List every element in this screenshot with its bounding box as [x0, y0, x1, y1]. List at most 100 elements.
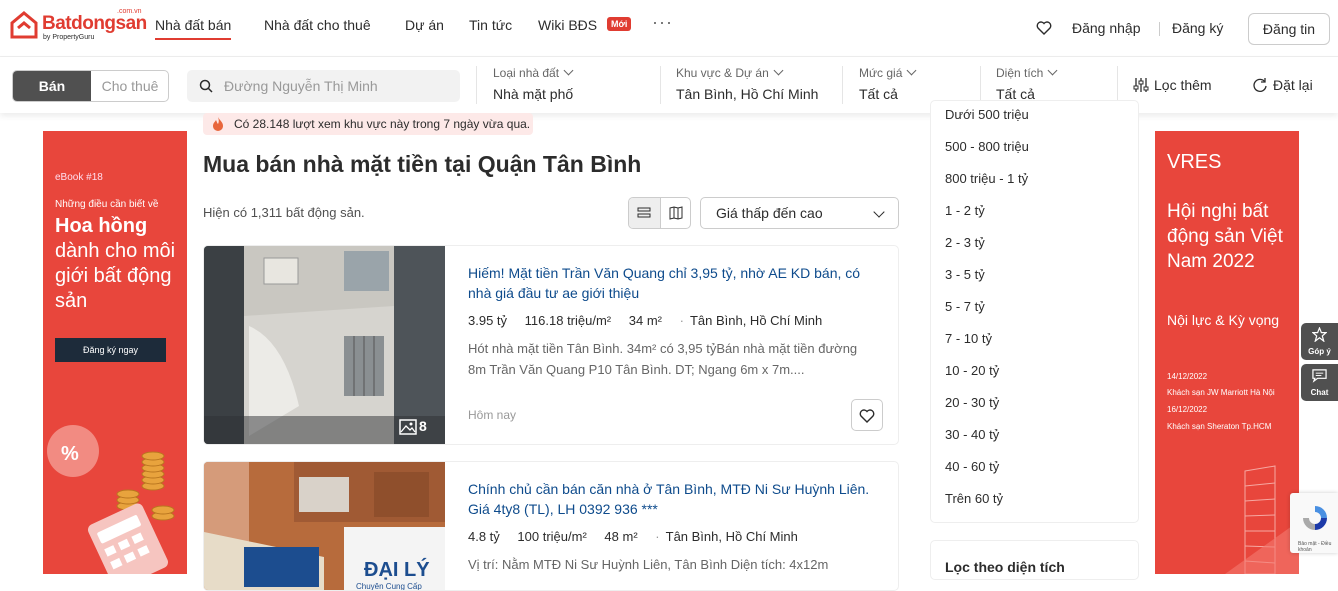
nav-rent[interactable]: Nhà đất cho thuê	[264, 17, 371, 33]
listing-card[interactable]: ĐẠI LÝ Chuyên Cung Cấp Chính chủ cần bán…	[203, 461, 899, 591]
search-icon	[199, 79, 213, 93]
price-option[interactable]: 500 - 800 triệu	[945, 139, 1029, 154]
listing-date: Hôm nay	[468, 408, 517, 422]
toggle-rent[interactable]: Cho thuê	[91, 71, 168, 101]
view-toggle	[628, 197, 691, 229]
price-option[interactable]: 1 - 2 tỷ	[945, 203, 985, 218]
sale-rent-toggle: Bán Cho thuê	[12, 70, 169, 102]
save-listing-button[interactable]	[851, 399, 883, 431]
heart-icon	[859, 409, 875, 423]
svg-text:Chuyên Cung Cấp: Chuyên Cung Cấp	[356, 582, 422, 590]
top-navigation-bar: Batdongsan .com.vn by PropertyGuru Nhà đ…	[0, 0, 1338, 57]
area-filter-panel: Lọc theo diện tích	[930, 540, 1139, 580]
listing-price-per-m2: 116.18 triệu/m²	[524, 313, 612, 328]
nav-wiki[interactable]: Wiki BĐS	[538, 17, 597, 33]
photo-count-icon	[399, 419, 417, 435]
search-input[interactable]: Đường Nguyễn Thị Minh	[187, 70, 460, 102]
ad-date: 16/12/2022	[1167, 405, 1208, 414]
listing-price: 4.8 tỷ	[468, 529, 500, 544]
ad-headline: Hoa hồng dành cho môi giới bất động sản	[55, 215, 176, 312]
listing-meta: 3.95 tỷ 116.18 triệu/m² 34 m² · Tân Bình,…	[468, 313, 836, 328]
price-option[interactable]: Trên 60 tỷ	[945, 491, 1003, 506]
list-view-button[interactable]	[629, 198, 660, 228]
photo-count: 8	[419, 418, 427, 434]
dot-separator: ·	[679, 313, 684, 328]
ad-subtitle: Những điều cần biết về	[55, 199, 159, 210]
price-option[interactable]: 800 triệu - 1 tỷ	[945, 171, 1028, 186]
filter-label: Khu vực & Dự án	[676, 66, 769, 80]
price-option[interactable]: 30 - 40 tỷ	[945, 427, 999, 442]
view-count-notice: Có 28.148 lượt xem khu vực này trong 7 n…	[203, 113, 533, 135]
more-filters-button[interactable]: Lọc thêm	[1133, 77, 1212, 93]
listing-photo[interactable]: ĐẠI LÝ Chuyên Cung Cấp	[204, 462, 445, 590]
post-listing-button[interactable]: Đăng tin	[1248, 13, 1330, 45]
star-icon	[1312, 327, 1327, 342]
ad-graphic	[1225, 465, 1299, 574]
listing-price: 3.95 tỷ	[468, 313, 508, 328]
saved-heart-icon[interactable]	[1036, 20, 1052, 36]
logo-text: Batdongsan	[42, 13, 147, 34]
logo-house-icon	[10, 11, 38, 39]
nav-news[interactable]: Tin tức	[469, 17, 512, 33]
ad-slogan: Nội lực & Kỳ vọng	[1167, 312, 1280, 328]
listing-area: 34 m²	[628, 313, 662, 328]
refresh-icon	[1253, 78, 1267, 92]
divider	[660, 66, 661, 104]
page-title: Mua bán nhà mặt tiền tại Quận Tân Bình	[203, 151, 642, 177]
filter-value: Tất cả	[859, 86, 898, 102]
search-placeholder: Đường Nguyễn Thị Minh	[224, 78, 378, 94]
chat-icon	[1312, 369, 1327, 383]
more-menu-button[interactable]: ···	[652, 12, 673, 33]
price-option[interactable]: 10 - 20 tỷ	[945, 363, 999, 378]
filter-price[interactable]: Mức giá Tất cả	[859, 65, 917, 102]
ad-venue: Khách sạn JW Marriott Hà Nội	[1167, 388, 1275, 397]
nav-sale[interactable]: Nhà đất bán	[155, 17, 232, 40]
sort-select[interactable]: Giá thấp đến cao	[700, 197, 899, 229]
fire-icon	[213, 117, 223, 131]
listing-location: Tân Bình, Hồ Chí Minh	[689, 313, 823, 328]
filter-value: Tân Bình, Hồ Chí Minh	[676, 86, 819, 102]
listing-photo[interactable]: 8	[204, 246, 445, 444]
price-option[interactable]: 3 - 5 tỷ	[945, 267, 985, 282]
ad-ebook-label: eBook #18	[55, 172, 103, 183]
ad-illustration: %	[47, 425, 175, 574]
chevron-down-icon	[873, 206, 885, 218]
reset-filters-button[interactable]: Đặt lại	[1253, 77, 1313, 93]
nav-projects[interactable]: Dự án	[405, 17, 444, 33]
listing-title[interactable]: Hiếm! Mặt tiền Trần Văn Quang chỉ 3,95 t…	[468, 263, 878, 303]
map-icon	[669, 206, 683, 220]
filter-area[interactable]: Diện tích Tất cả	[996, 65, 1058, 102]
listing-meta: 4.8 tỷ 100 triệu/m² 48 m² · Tân Bình, Hồ …	[468, 529, 812, 544]
area-filter-title: Lọc theo diện tích	[945, 559, 1065, 575]
recaptcha-terms[interactable]: Bảo mật - Điều khoản	[1298, 541, 1338, 553]
filter-property-type[interactable]: Loại nhà đất Nhà mặt phố	[493, 65, 574, 102]
listing-price-per-m2: 100 triệu/m²	[517, 529, 587, 544]
divider	[980, 66, 981, 104]
recaptcha-badge[interactable]: Bảo mật - Điều khoản	[1290, 493, 1338, 553]
chat-button[interactable]: Chat	[1301, 364, 1338, 401]
site-logo[interactable]: Batdongsan .com.vn by PropertyGuru	[10, 8, 147, 44]
feedback-button[interactable]: Góp ý	[1301, 323, 1338, 360]
sliders-icon	[1133, 78, 1149, 92]
price-option[interactable]: 20 - 30 tỷ	[945, 395, 999, 410]
price-option[interactable]: 5 - 7 tỷ	[945, 299, 985, 314]
price-option[interactable]: 7 - 10 tỷ	[945, 331, 992, 346]
divider	[842, 66, 843, 104]
left-ad-banner[interactable]: eBook #18 Những điều cần biết về Hoa hồn…	[43, 131, 187, 574]
divider	[1159, 22, 1160, 36]
right-ad-banner[interactable]: VRES Hội nghị bất động sản Việt Nam 2022…	[1155, 131, 1299, 574]
price-option[interactable]: 2 - 3 tỷ	[945, 235, 985, 250]
register-link[interactable]: Đăng ký	[1172, 20, 1223, 36]
map-view-button[interactable]	[660, 198, 690, 228]
price-option[interactable]: 40 - 60 tỷ	[945, 459, 999, 474]
filter-location[interactable]: Khu vực & Dự án Tân Bình, Hồ Chí Minh	[676, 65, 819, 102]
toggle-sale[interactable]: Bán	[13, 71, 91, 101]
listing-description: Vị trí: Nằm MTĐ Ni Sư Huỳnh Liên, Tân Bì…	[468, 557, 829, 572]
ad-register-button[interactable]: Đăng ký ngay	[55, 338, 166, 362]
price-option[interactable]: Dưới 500 triệu	[945, 107, 1029, 122]
divider	[476, 66, 477, 104]
chevron-down-icon	[563, 65, 574, 76]
listing-card[interactable]: 8 Hiếm! Mặt tiền Trần Văn Quang chỉ 3,95…	[203, 245, 899, 445]
login-link[interactable]: Đăng nhập	[1072, 20, 1141, 36]
listing-title[interactable]: Chính chủ cần bán căn nhà ở Tân Bình, MT…	[468, 479, 878, 519]
